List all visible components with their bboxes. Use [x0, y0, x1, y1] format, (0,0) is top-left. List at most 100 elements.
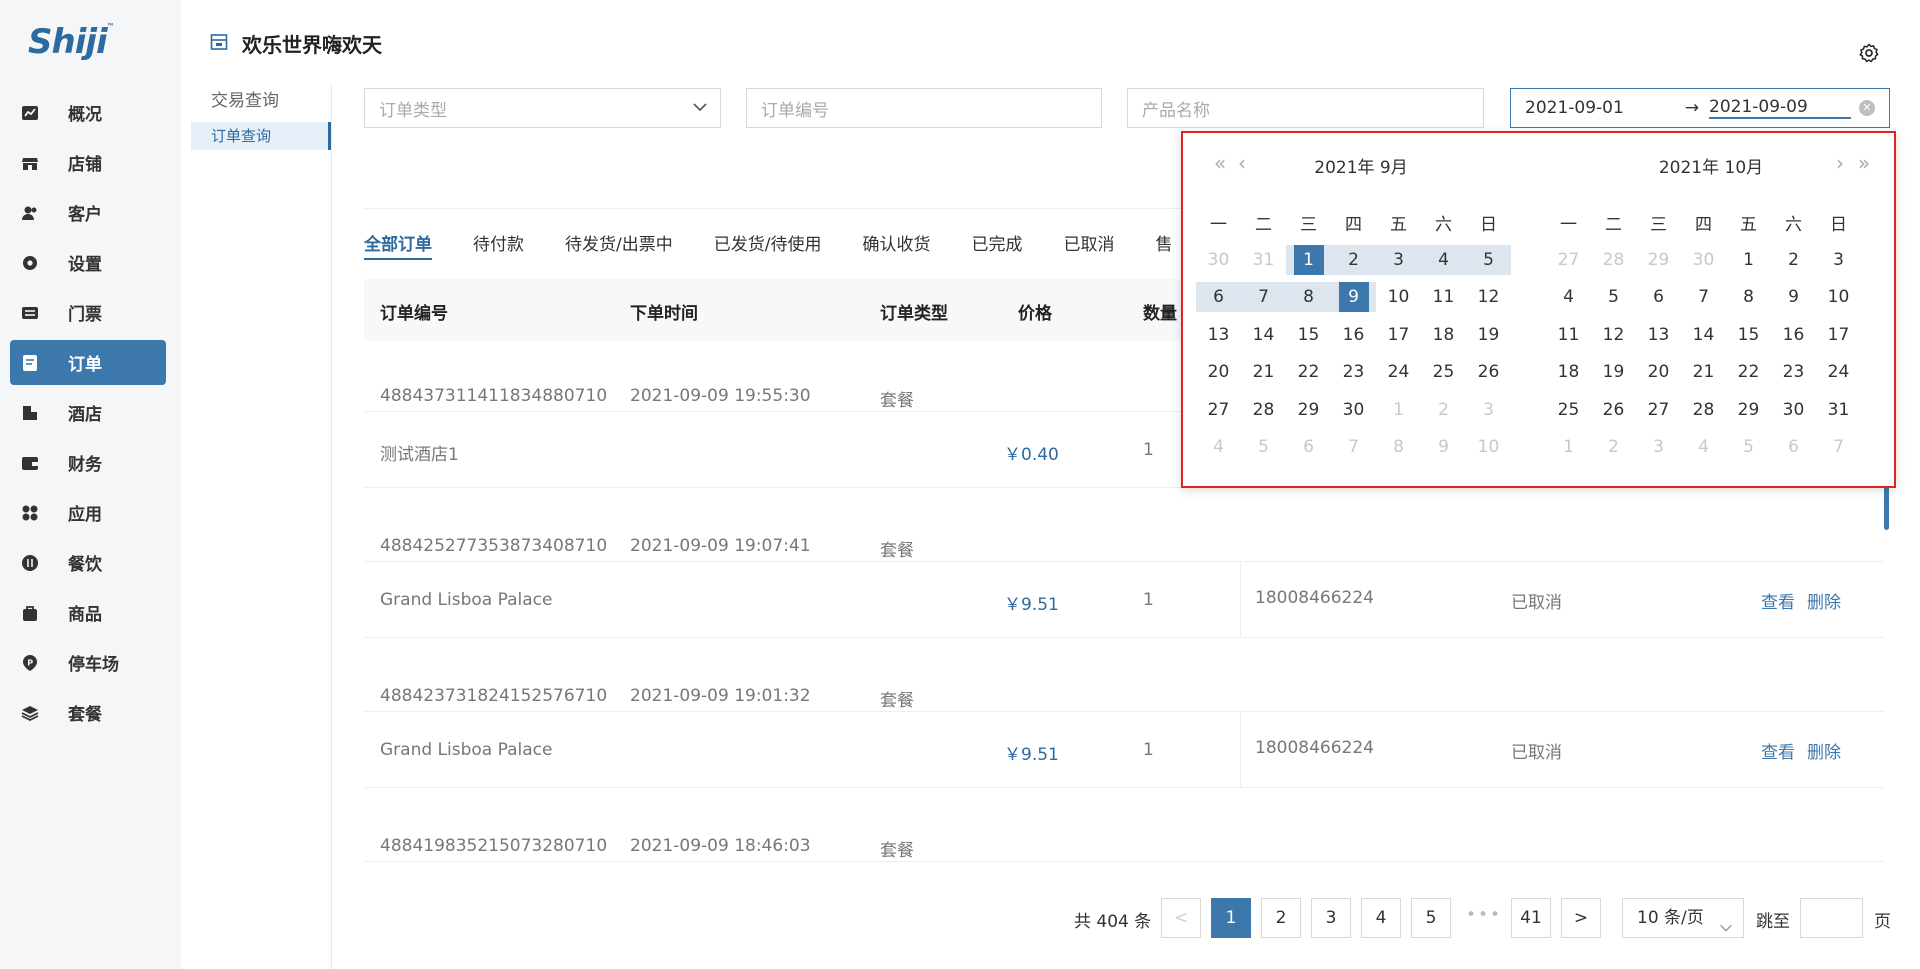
- calendar-day[interactable]: 6: [1771, 432, 1816, 462]
- calendar-day[interactable]: 4: [1681, 432, 1726, 462]
- calendar-day[interactable]: 30: [1196, 245, 1241, 275]
- calendar-day[interactable]: 22: [1286, 357, 1331, 387]
- pagination-page-5[interactable]: 5: [1411, 898, 1451, 938]
- calendar-day[interactable]: 19: [1591, 357, 1636, 387]
- calendar-day[interactable]: 31: [1816, 395, 1861, 425]
- order-number[interactable]: 488423731824152576710: [380, 686, 607, 706]
- order-type-select[interactable]: 订单类型: [364, 88, 721, 128]
- calendar-day[interactable]: 13: [1196, 320, 1241, 350]
- sidebar-item-8[interactable]: 应用: [10, 490, 166, 535]
- calendar-day[interactable]: 30: [1771, 395, 1816, 425]
- calendar-day[interactable]: 1: [1286, 244, 1331, 275]
- calendar-day[interactable]: 12: [1466, 282, 1511, 312]
- calendar-day[interactable]: 3: [1816, 245, 1861, 275]
- sidebar-item-4[interactable]: 门票: [10, 290, 166, 335]
- sidebar-item-9[interactable]: 餐饮: [10, 540, 166, 585]
- sidebar-item-3[interactable]: 设置: [10, 240, 166, 285]
- calendar-day[interactable]: 8: [1726, 282, 1771, 312]
- pagination-ellipsis[interactable]: •••: [1466, 905, 1502, 925]
- calendar-day[interactable]: 16: [1331, 320, 1376, 350]
- calendar-day[interactable]: 29: [1726, 395, 1771, 425]
- calendar-day[interactable]: 18: [1546, 357, 1591, 387]
- calendar-day[interactable]: 17: [1816, 320, 1861, 350]
- tab-4[interactable]: 确认收货: [862, 230, 930, 260]
- submenu-item-order-query[interactable]: 订单查询: [191, 122, 331, 150]
- calendar-day[interactable]: 23: [1331, 357, 1376, 387]
- calendar-day[interactable]: 11: [1546, 320, 1591, 350]
- calendar-day[interactable]: 27: [1196, 395, 1241, 425]
- calendar-day[interactable]: 20: [1636, 357, 1681, 387]
- pagination-page-3[interactable]: 3: [1311, 898, 1351, 938]
- calendar-day[interactable]: 19: [1466, 320, 1511, 350]
- calendar-day[interactable]: 15: [1286, 320, 1331, 350]
- calendar-day[interactable]: 21: [1241, 357, 1286, 387]
- pagination-next-button[interactable]: >: [1561, 898, 1601, 938]
- tab-3[interactable]: 已发货/待使用: [714, 230, 822, 260]
- tab-0[interactable]: 全部订单: [364, 230, 432, 260]
- calendar-day[interactable]: 30: [1331, 395, 1376, 425]
- tab-2[interactable]: 待发货/出票中: [565, 230, 673, 260]
- calendar-day[interactable]: 10: [1466, 432, 1511, 462]
- calendar-day[interactable]: 28: [1681, 395, 1726, 425]
- calendar-day[interactable]: 1: [1376, 395, 1421, 425]
- calendar-day[interactable]: 25: [1421, 357, 1466, 387]
- calendar-day[interactable]: 29: [1286, 395, 1331, 425]
- calendar-day[interactable]: 26: [1466, 357, 1511, 387]
- calendar-day[interactable]: 6: [1636, 282, 1681, 312]
- jump-page-input[interactable]: [1800, 898, 1863, 938]
- pagination-prev-button[interactable]: <: [1161, 898, 1201, 938]
- calendar-day[interactable]: 5: [1241, 432, 1286, 462]
- calendar-day[interactable]: 12: [1591, 320, 1636, 350]
- calendar-day[interactable]: 7: [1816, 432, 1861, 462]
- order-number-input[interactable]: 订单编号: [746, 88, 1102, 128]
- date-end-input[interactable]: 2021-09-09: [1709, 97, 1851, 119]
- pagination-page-last[interactable]: 41: [1511, 898, 1551, 938]
- sidebar-item-10[interactable]: 商品: [10, 590, 166, 635]
- calendar-day[interactable]: 3: [1466, 395, 1511, 425]
- calendar-day[interactable]: 3: [1636, 432, 1681, 462]
- product-name-input[interactable]: 产品名称: [1127, 88, 1484, 128]
- calendar-day[interactable]: 29: [1636, 245, 1681, 275]
- calendar-day[interactable]: 13: [1636, 320, 1681, 350]
- calendar-day[interactable]: 8: [1286, 282, 1331, 313]
- calendar-day[interactable]: 7: [1331, 432, 1376, 462]
- calendar-day[interactable]: 1: [1726, 245, 1771, 275]
- logo[interactable]: Shiji™: [28, 22, 115, 62]
- calendar-day[interactable]: 5: [1726, 432, 1771, 462]
- date-range-picker[interactable]: 2021-09-01 → 2021-09-09 ✕: [1510, 88, 1890, 128]
- calendar-day[interactable]: 5: [1591, 282, 1636, 312]
- view-order-link[interactable]: 查看: [1761, 738, 1795, 763]
- calendar-day[interactable]: 31: [1241, 245, 1286, 275]
- calendar-day[interactable]: 7: [1681, 282, 1726, 312]
- sidebar-item-11[interactable]: P 停车场: [10, 640, 166, 685]
- next-month-icon[interactable]: ›: [1836, 151, 1844, 175]
- calendar-day[interactable]: 18: [1421, 320, 1466, 350]
- calendar-day[interactable]: 27: [1636, 395, 1681, 425]
- tab-7[interactable]: 售: [1155, 230, 1172, 260]
- pagination-page-2[interactable]: 2: [1261, 898, 1301, 938]
- calendar-day[interactable]: 3: [1376, 244, 1421, 275]
- order-number[interactable]: 4884373114118348807​10: [380, 386, 607, 406]
- calendar-day[interactable]: 23: [1771, 357, 1816, 387]
- calendar-day[interactable]: 28: [1241, 395, 1286, 425]
- calendar-day[interactable]: 10: [1376, 282, 1421, 312]
- calendar-day[interactable]: 21: [1681, 357, 1726, 387]
- calendar-day[interactable]: 2: [1591, 432, 1636, 462]
- date-start-input[interactable]: 2021-09-01: [1525, 98, 1675, 118]
- sidebar-item-6[interactable]: 酒店: [10, 390, 166, 435]
- calendar-day[interactable]: 7: [1241, 282, 1286, 313]
- calendar-day[interactable]: 1: [1546, 432, 1591, 462]
- next-year-icon[interactable]: »: [1858, 151, 1870, 175]
- calendar-day[interactable]: 24: [1816, 357, 1861, 387]
- sidebar-item-0[interactable]: 概况: [10, 90, 166, 135]
- calendar-day[interactable]: 24: [1376, 357, 1421, 387]
- calendar-day[interactable]: 4: [1546, 282, 1591, 312]
- calendar-day[interactable]: 22: [1726, 357, 1771, 387]
- pagination-page-4[interactable]: 4: [1361, 898, 1401, 938]
- calendar-day[interactable]: 15: [1726, 320, 1771, 350]
- calendar-day[interactable]: 6: [1286, 432, 1331, 462]
- calendar-day[interactable]: 4: [1196, 432, 1241, 462]
- delete-order-link[interactable]: 删除: [1807, 738, 1841, 763]
- sidebar-item-7[interactable]: 财务: [10, 440, 166, 485]
- tab-5[interactable]: 已完成: [971, 230, 1022, 260]
